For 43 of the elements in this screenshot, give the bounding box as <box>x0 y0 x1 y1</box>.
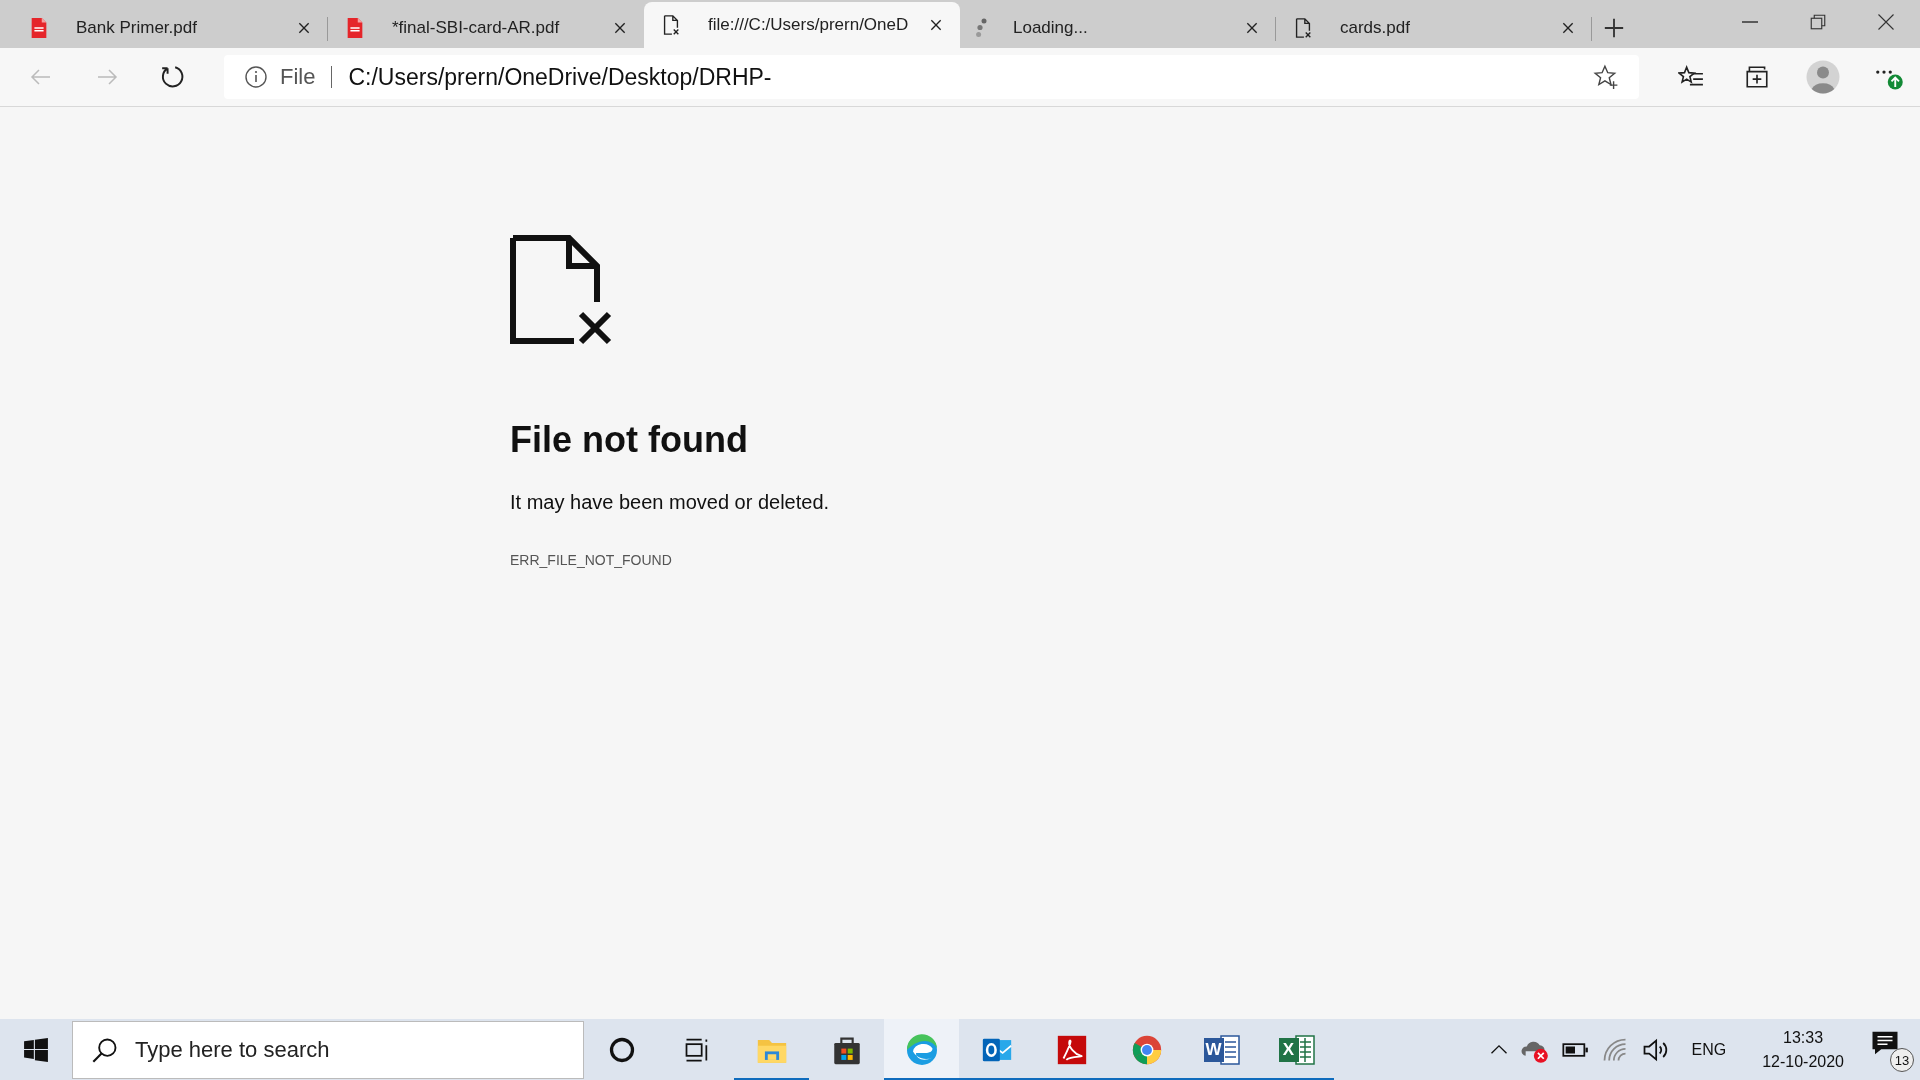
browser-tab[interactable]: Bank Primer.pdf <box>12 8 328 48</box>
clock-time: 13:33 <box>1783 1029 1824 1047</box>
refresh-icon <box>160 64 186 90</box>
notification-button[interactable]: 13 <box>1870 1028 1914 1072</box>
clock-date: 12-10-2020 <box>1762 1053 1844 1071</box>
error-message: It may have been moved or deleted. <box>510 491 831 514</box>
error-title: File not found <box>510 419 749 461</box>
close-glyph <box>1560 20 1576 36</box>
search-icon <box>91 1036 119 1064</box>
address-bar[interactable]: File C:/Users/prern/OneDrive/Desktop/DRHP- <box>224 55 1639 99</box>
close-icon <box>1877 13 1895 31</box>
search-placeholder: Type here to search <box>135 1037 330 1063</box>
star-plus-icon <box>1593 64 1619 90</box>
collections-icon <box>1744 64 1770 90</box>
app-letter: X <box>1278 1038 1299 1062</box>
loading-spinner-icon <box>976 18 987 38</box>
browser-tab[interactable]: Loading... <box>960 8 1276 48</box>
info-icon <box>244 65 268 89</box>
clock[interactable]: 13:33 12-10-2020 <box>1762 1029 1844 1071</box>
app-letter: W <box>1203 1038 1224 1062</box>
close-glyph <box>928 17 944 33</box>
error-code: ERR_FILE_NOT_FOUND <box>510 552 673 568</box>
close-glyph <box>296 20 312 36</box>
plus-icon <box>1603 17 1625 39</box>
taskbar-app[interactable] <box>884 1019 959 1080</box>
scheme-label: File <box>280 64 316 90</box>
windows-logo-icon <box>23 1037 49 1063</box>
taskbar-app[interactable]: W <box>1184 1019 1259 1080</box>
close-glyph <box>1244 20 1260 36</box>
close-glyph <box>612 20 628 36</box>
search-field[interactable]: Type here to search <box>72 1021 584 1079</box>
taskbar-app[interactable]: X <box>1259 1019 1334 1080</box>
minimize-icon <box>1742 21 1758 23</box>
browser-tab[interactable]: file:///C:/Users/prern/OneD <box>644 2 960 48</box>
url-text: C:/Users/prern/OneDrive/Desktop/DRHP- <box>348 63 773 91</box>
notification-count: 13 <box>1890 1048 1914 1072</box>
avatar-icon <box>1805 59 1841 95</box>
browser-tab[interactable]: cards.pdf <box>1276 8 1592 48</box>
language-indicator[interactable]: ENG <box>1691 1041 1727 1059</box>
browser-tab[interactable]: *final-SBI-card-AR.pdf <box>328 8 644 48</box>
speaker-icon <box>1641 1036 1670 1064</box>
restore-icon <box>1809 13 1827 31</box>
ring-icon <box>607 1036 636 1064</box>
